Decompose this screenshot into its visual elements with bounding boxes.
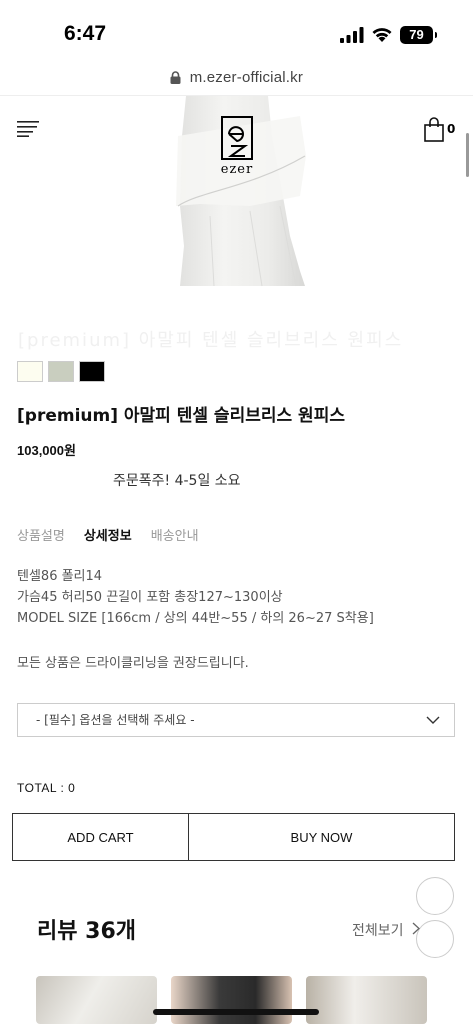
- detail-line: 텐셀86 폴리14: [17, 569, 103, 584]
- cart-count: 0: [447, 122, 456, 136]
- add-cart-button[interactable]: ADD CART: [13, 814, 189, 860]
- tab-details[interactable]: 상세정보: [84, 525, 132, 544]
- total-label: TOTAL : 0: [17, 781, 76, 795]
- tab-description[interactable]: 상품설명: [17, 525, 65, 544]
- review-thumbnail[interactable]: [36, 976, 157, 1024]
- logo-text: ezer: [220, 162, 254, 177]
- shipping-notice: 주문폭주! 4-5일 소요: [113, 473, 241, 489]
- swatch-black[interactable]: [79, 361, 105, 382]
- swatch-ivory[interactable]: [17, 361, 43, 382]
- review-view-all-label: 전체보기: [352, 923, 404, 939]
- home-indicator: [153, 1009, 319, 1015]
- chevron-right-icon: [412, 922, 420, 935]
- product-name: [premium] 아말피 텐셀 슬리브리스 원피스: [17, 406, 345, 426]
- purchase-buttons: ADD CART BUY NOW: [12, 813, 455, 861]
- care-note: 모든 상품은 드라이클리닝을 권장드립니다.: [17, 656, 249, 671]
- logo-glyph: [227, 126, 249, 157]
- wifi-icon: [372, 28, 392, 42]
- address-bar[interactable]: m.ezer-official.kr: [0, 68, 473, 94]
- product-tabs: 상품설명 상세정보 배송안내: [17, 525, 199, 544]
- faded-title-overlay: [premium] 아말피 텐셀 슬리브리스 원피스: [18, 330, 404, 351]
- buy-now-button[interactable]: BUY NOW: [189, 814, 454, 860]
- review-title: 리뷰 36개: [37, 919, 136, 944]
- swatch-sage[interactable]: [48, 361, 74, 382]
- url-text: m.ezer-official.kr: [189, 69, 304, 86]
- status-bar: 6:47 79: [0, 0, 473, 66]
- scroll-bottom-button[interactable]: [416, 920, 454, 958]
- review-thumbnail[interactable]: [171, 976, 292, 1024]
- review-thumbnail[interactable]: [306, 976, 427, 1024]
- scroll-top-button[interactable]: [416, 877, 454, 915]
- product-details: 텐셀86 폴리14 가슴45 허리50 끈길이 포함 총장127~130이상 M…: [17, 566, 374, 629]
- product-price: 103,000원: [17, 443, 76, 458]
- option-placeholder: - [필수] 옵션을 선택해 주세요 -: [36, 713, 195, 727]
- shopping-bag-icon[interactable]: [424, 117, 444, 142]
- detail-line: 가슴45 허리50 끈길이 포함 총장127~130이상: [17, 590, 283, 605]
- review-thumbnails: [36, 976, 427, 1024]
- ezer-logo[interactable]: ezer: [218, 116, 256, 180]
- tab-shipping[interactable]: 배송안내: [151, 525, 199, 544]
- detail-line: MODEL SIZE [166cm / 상의 44반~55 / 하의 26~27…: [17, 611, 374, 626]
- scrollbar[interactable]: [466, 133, 469, 177]
- color-swatches: [17, 361, 105, 382]
- chevron-down-icon: [426, 716, 440, 724]
- status-time: 6:47: [64, 22, 107, 45]
- signal-icon: [340, 27, 364, 43]
- menu-icon[interactable]: [17, 121, 39, 137]
- battery-indicator: 79: [400, 26, 437, 44]
- lock-icon: [170, 71, 181, 84]
- review-view-all-link[interactable]: 전체보기: [352, 920, 420, 940]
- option-select[interactable]: - [필수] 옵션을 선택해 주세요 -: [17, 703, 455, 737]
- logo-mark: [221, 116, 253, 160]
